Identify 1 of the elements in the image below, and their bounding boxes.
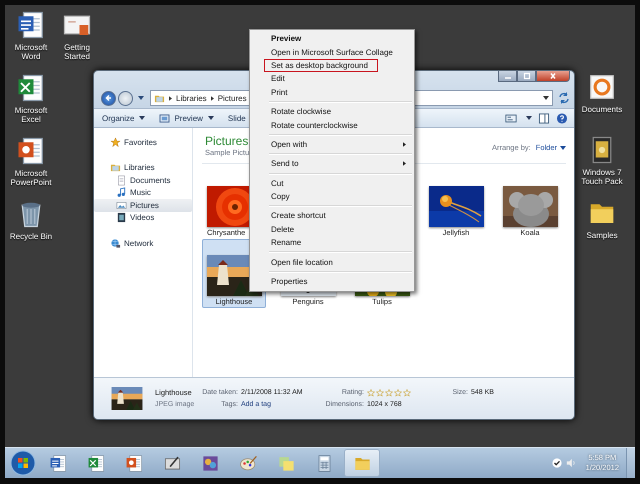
library-title: Pictures bbox=[205, 134, 250, 148]
